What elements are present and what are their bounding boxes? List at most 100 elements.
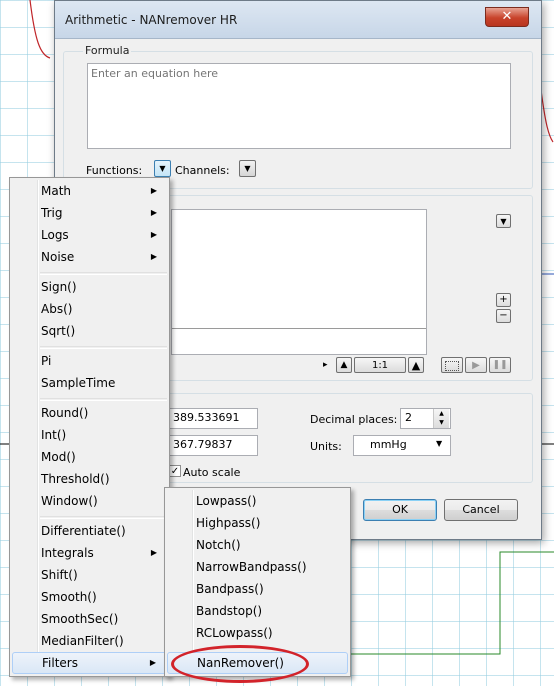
menu-item-label: Lowpass() (196, 494, 257, 508)
preview-options-button[interactable]: ▼ (496, 214, 511, 228)
pause-icon: ❚❚ (492, 360, 508, 370)
functions-label: Functions: (86, 164, 143, 177)
cancel-button-label: Cancel (462, 503, 500, 516)
channels-label: Channels: (175, 164, 230, 177)
grid-view-button[interactable] (441, 357, 463, 373)
plus-icon: + (499, 294, 508, 305)
functions-dropdown-button[interactable]: ▼ (154, 160, 171, 177)
menu-item-label: Integrals (41, 546, 94, 560)
menu-item-label: Smooth() (41, 590, 97, 604)
menu-item-bandpass[interactable]: Bandpass() (167, 578, 348, 600)
zoom-ratio-button[interactable]: 1:1 (354, 357, 406, 373)
close-button[interactable]: ✕ (485, 7, 529, 27)
red-trace (29, 0, 51, 59)
menu-item-sign[interactable]: Sign() (12, 276, 167, 298)
close-icon: ✕ (501, 9, 513, 24)
zoom-out-button[interactable]: − (496, 309, 511, 323)
minus-icon: − (499, 310, 508, 321)
menu-item-label: Highpass() (196, 516, 261, 530)
chevron-down-icon: ▼ (244, 164, 251, 173)
ok-button[interactable]: OK (363, 499, 437, 521)
menu-item-shift[interactable]: Shift() (12, 564, 167, 586)
pause-button[interactable]: ❚❚ (489, 357, 511, 373)
menu-item-rclowpass[interactable]: RCLowpass() (167, 622, 348, 644)
menu-item-noise[interactable]: Noise ▶ (12, 246, 167, 268)
menu-item-smooth[interactable]: Smooth() (12, 586, 167, 608)
menu-item-window[interactable]: Window() (12, 490, 167, 512)
menu-item-label: Math (41, 184, 72, 198)
menu-item-trig[interactable]: Trig ▶ (12, 202, 167, 224)
decimal-places-spinner[interactable]: 2 ▲ ▼ (400, 408, 451, 429)
zoom-in-button[interactable]: + (496, 293, 511, 307)
menu-item-label: Noise (41, 250, 75, 264)
channels-dropdown-button[interactable]: ▼ (239, 160, 256, 177)
menu-item-round[interactable]: Round() (12, 402, 167, 424)
chevron-down-icon: ▼ (159, 164, 166, 173)
submenu-arrow-icon: ▶ (149, 658, 156, 667)
menu-item-logs[interactable]: Logs ▶ (12, 224, 167, 246)
menu-item-label: Bandstop() (196, 604, 263, 618)
chevron-down-icon: ▼ (436, 439, 443, 448)
submenu-arrow-icon: ▶ (150, 230, 157, 239)
menu-item-mod[interactable]: Mod() (12, 446, 167, 468)
scale-top-field[interactable]: 389.533691 (168, 408, 258, 429)
menu-item-label: Pi (41, 354, 52, 368)
formula-input[interactable] (87, 63, 511, 149)
menu-item-narrowbandpass[interactable]: NarrowBandpass() (167, 556, 348, 578)
menu-item-bandstop[interactable]: Bandstop() (167, 600, 348, 622)
title-bar: Arithmetic - NANremover HR ✕ (55, 1, 541, 39)
menu-item-label: Int() (41, 428, 67, 442)
submenu-arrow-icon: ▶ (150, 186, 157, 195)
annotation-oval (171, 645, 309, 683)
menu-item-filters[interactable]: Filters ▶ (12, 652, 167, 674)
menu-separator (40, 398, 167, 401)
menu-item-notch[interactable]: Notch() (167, 534, 348, 556)
menu-item-smoothsec[interactable]: SmoothSec() (12, 608, 167, 630)
menu-item-pi[interactable]: Pi (12, 350, 167, 372)
checkmark-icon: ✓ (170, 466, 180, 477)
menu-item-label: MedianFilter() (41, 634, 124, 648)
menu-item-label: SmoothSec() (41, 612, 119, 626)
menu-item-sampletime[interactable]: SampleTime (12, 372, 167, 394)
menu-item-differentiate[interactable]: Differentiate() (12, 520, 167, 542)
menu-item-medianfilter[interactable]: MedianFilter() (12, 630, 167, 652)
menu-item-label: Sign() (41, 280, 77, 294)
menu-item-label: Differentiate() (41, 524, 126, 538)
menu-item-label: NarrowBandpass() (196, 560, 307, 574)
play-button[interactable]: ▶ (465, 357, 487, 373)
menu-item-label: Window() (41, 494, 98, 508)
auto-scale-checkbox[interactable]: ✓ (169, 465, 181, 477)
menu-item-label: Notch() (196, 538, 241, 552)
menu-item-label: Filters (42, 656, 78, 670)
zoom-ratio-label: 1:1 (371, 360, 389, 371)
units-value: mmHg (370, 438, 407, 451)
submenu-arrow-icon: ▶ (150, 252, 157, 261)
menu-item-int[interactable]: Int() (12, 424, 167, 446)
menu-item-abs[interactable]: Abs() (12, 298, 167, 320)
scale-down-button[interactable]: ▲ (336, 357, 352, 373)
menu-item-integrals[interactable]: Integrals ▶ (12, 542, 167, 564)
menu-item-highpass[interactable]: Highpass() (167, 512, 348, 534)
menu-item-sqrt[interactable]: Sqrt() (12, 320, 167, 342)
scale-bottom-value: 367.79837 (173, 438, 233, 451)
grid-icon (445, 361, 459, 371)
spinner-arrows-icon[interactable]: ▲ ▼ (433, 409, 449, 428)
scroll-right-icon[interactable]: ▸ (323, 360, 328, 370)
red-trace-right (540, 89, 554, 143)
formula-group-label: Formula (83, 44, 132, 57)
scale-up-button[interactable]: ▲ (408, 357, 424, 373)
menu-item-label: Sqrt() (41, 324, 76, 338)
menu-item-label: Round() (41, 406, 89, 420)
units-select[interactable]: mmHg ▼ (353, 435, 451, 456)
menu-item-threshold[interactable]: Threshold() (12, 468, 167, 490)
menu-item-math[interactable]: Math ▶ (12, 180, 167, 202)
menu-separator (40, 516, 167, 519)
menu-item-label: Mod() (41, 450, 76, 464)
scale-bottom-field[interactable]: 367.79837 (168, 435, 258, 456)
chevron-down-icon: ▼ (500, 217, 507, 226)
menu-item-lowpass[interactable]: Lowpass() (167, 490, 348, 512)
decimal-places-label: Decimal places: (310, 413, 398, 426)
menu-separator (40, 346, 167, 349)
cancel-button[interactable]: Cancel (444, 499, 518, 521)
menu-item-label: Abs() (41, 302, 73, 316)
